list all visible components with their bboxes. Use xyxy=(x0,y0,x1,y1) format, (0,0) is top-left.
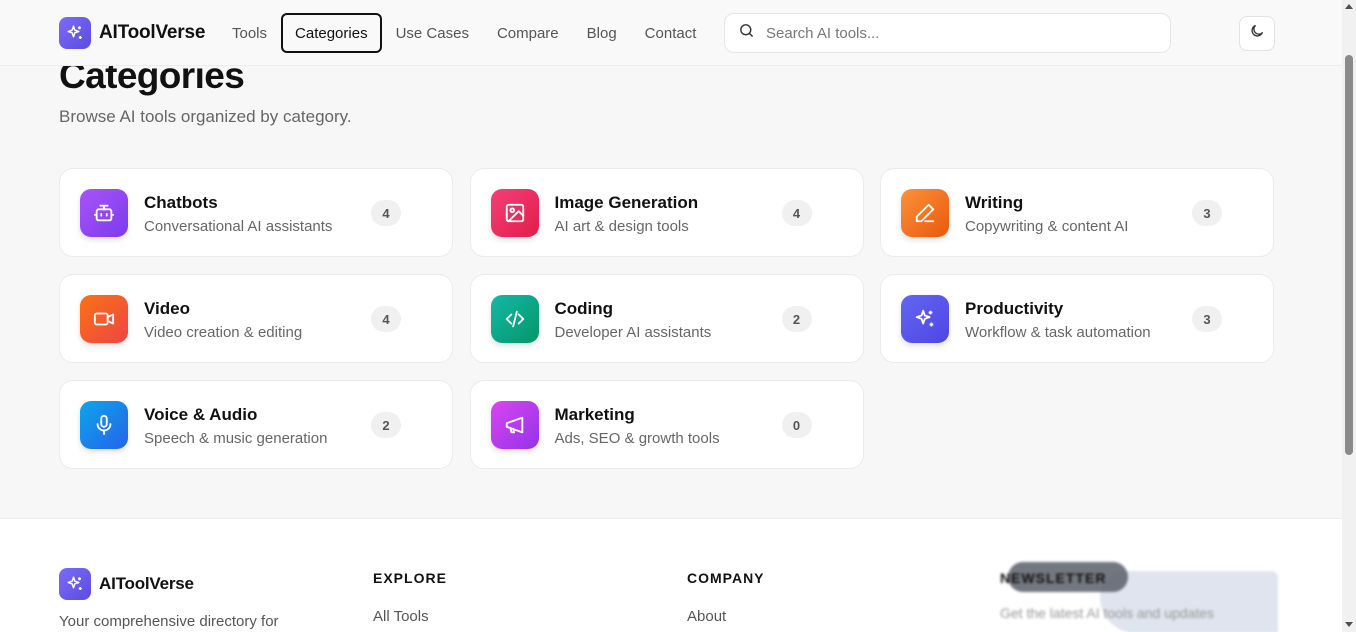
category-description: Copywriting & content AI xyxy=(965,218,1129,235)
scroll-down-arrow-icon[interactable] xyxy=(1345,622,1353,627)
moon-icon xyxy=(1249,23,1265,44)
search-input[interactable] xyxy=(766,24,1146,42)
sparkles-icon xyxy=(59,568,91,600)
category-count-badge: 4 xyxy=(781,200,812,226)
category-grid: Chatbots Conversational AI assistants 4 … xyxy=(59,168,1274,469)
footer-company-title: COMPANY xyxy=(687,570,765,586)
category-name: Video xyxy=(144,299,190,318)
category-count-badge: 3 xyxy=(1192,306,1222,332)
nav-contact[interactable]: Contact xyxy=(631,13,711,53)
category-name: Image Generation xyxy=(554,193,699,212)
category-description: Video creation & editing xyxy=(144,324,303,341)
nav-compare[interactable]: Compare xyxy=(483,13,573,53)
code-icon xyxy=(490,295,539,343)
footer-explore-title: EXPLORE xyxy=(373,570,447,586)
mic-icon xyxy=(80,401,128,449)
footer-brand-name: AIToolVerse xyxy=(99,574,194,593)
category-description: Developer AI assistants xyxy=(554,324,712,341)
bot-icon xyxy=(80,189,128,237)
main-nav: Tools Categories Use Cases Compare Blog … xyxy=(218,13,710,53)
category-count-badge: 4 xyxy=(371,306,401,332)
category-description: Speech & music generation xyxy=(144,430,328,447)
category-card-productivity[interactable]: Productivity Workflow & task automation … xyxy=(880,274,1274,363)
category-count-badge: 0 xyxy=(781,412,812,438)
footer-description: Your comprehensive directory for xyxy=(59,613,279,630)
brand-name: AIToolVerse xyxy=(99,22,206,43)
pen-icon xyxy=(901,189,949,237)
category-description: Ads, SEO & growth tools xyxy=(554,430,720,447)
category-name: Productivity xyxy=(965,299,1064,318)
category-name: Chatbots xyxy=(144,193,218,212)
newsletter-title: NEWSLETTER xyxy=(1000,570,1107,586)
newsletter-section: NEWSLETTER Get the latest AI tools and u… xyxy=(1000,559,1280,632)
scroll-up-arrow-icon[interactable] xyxy=(1345,4,1353,9)
category-description: Workflow & task automation xyxy=(965,324,1151,341)
search-box[interactable] xyxy=(724,13,1171,53)
category-card-image-generation[interactable]: Image Generation AI art & design tools 4 xyxy=(469,168,864,257)
footer-link-about[interactable]: About xyxy=(687,608,726,625)
newsletter-text: Get the latest AI tools and updates xyxy=(1000,605,1215,621)
category-card-video[interactable]: Video Video creation & editing 4 xyxy=(59,274,453,363)
theme-toggle-button[interactable] xyxy=(1239,16,1275,51)
category-description: Conversational AI assistants xyxy=(144,218,333,235)
site-footer: AIToolVerse Your comprehensive directory… xyxy=(0,518,1342,632)
sparkles-icon xyxy=(59,17,91,49)
category-name: Marketing xyxy=(554,405,635,424)
megaphone-icon xyxy=(490,401,539,449)
image-icon xyxy=(490,189,539,237)
category-count-badge: 3 xyxy=(1192,200,1222,226)
nav-blog[interactable]: Blog xyxy=(573,13,631,53)
footer-brand-logo[interactable]: AIToolVerse xyxy=(59,568,194,600)
nav-categories[interactable]: Categories xyxy=(281,13,382,53)
brand-logo[interactable]: AIToolVerse xyxy=(59,17,205,49)
category-name: Voice & Audio xyxy=(144,405,258,424)
search-icon xyxy=(738,22,755,44)
page-subtitle: Browse AI tools organized by category. xyxy=(59,107,352,126)
category-card-voice-audio[interactable]: Voice & Audio Speech & music generation … xyxy=(59,380,453,469)
category-card-writing[interactable]: Writing Copywriting & content AI 3 xyxy=(880,168,1274,257)
category-card-marketing[interactable]: Marketing Ads, SEO & growth tools 0 xyxy=(469,380,864,469)
nav-tools[interactable]: Tools xyxy=(218,13,281,53)
category-card-coding[interactable]: Coding Developer AI assistants 2 xyxy=(469,274,864,363)
category-count-badge: 4 xyxy=(371,200,401,226)
footer-link-all-tools[interactable]: All Tools xyxy=(373,608,429,625)
category-name: Writing xyxy=(965,193,1024,212)
nav-use-cases[interactable]: Use Cases xyxy=(382,13,483,53)
page-scrollbar[interactable] xyxy=(1342,0,1356,632)
sparkles-icon xyxy=(901,295,949,343)
scrollbar-thumb[interactable] xyxy=(1345,55,1353,455)
category-name: Coding xyxy=(554,299,614,318)
top-navbar: AIToolVerse Tools Categories Use Cases C… xyxy=(0,0,1342,66)
category-count-badge: 2 xyxy=(781,306,812,332)
video-icon xyxy=(80,295,128,343)
category-count-badge: 2 xyxy=(371,412,401,438)
category-card-chatbots[interactable]: Chatbots Conversational AI assistants 4 xyxy=(59,168,453,257)
category-description: AI art & design tools xyxy=(554,218,689,235)
